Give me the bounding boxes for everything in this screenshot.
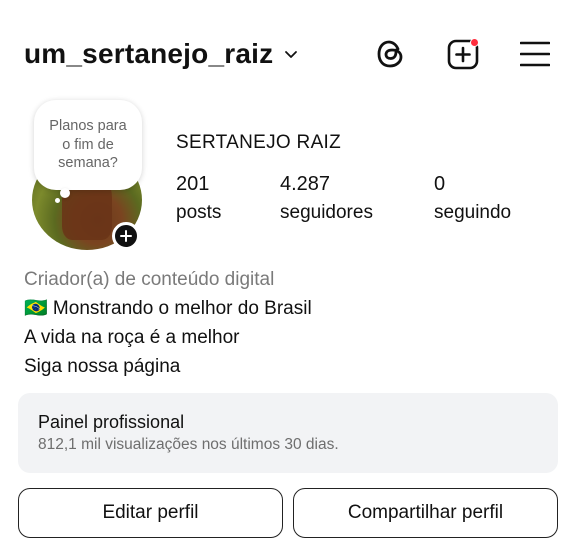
dashboard-title: Painel profissional bbox=[38, 412, 185, 432]
followers-count: 4.287 bbox=[280, 173, 331, 195]
menu-icon[interactable] bbox=[518, 37, 552, 71]
following-count: 0 bbox=[434, 173, 446, 195]
account-switcher[interactable]: um_sertanejo_raiz bbox=[24, 38, 299, 70]
display-name: SERTANEJO RAIZ bbox=[176, 132, 342, 153]
note-bubble-tail-small bbox=[55, 198, 60, 203]
posts-label: posts bbox=[176, 202, 222, 223]
stat-followers[interactable]: 4.287 seguidores bbox=[280, 172, 434, 230]
add-story-button[interactable] bbox=[112, 222, 140, 250]
top-bar: um_sertanejo_raiz bbox=[24, 30, 552, 78]
new-post-icon[interactable] bbox=[446, 37, 480, 71]
bio-line: A vida na roça é a melhor bbox=[24, 327, 240, 348]
notification-dot bbox=[470, 38, 479, 47]
following-label: seguindo bbox=[434, 202, 512, 223]
bio-category: Criador(a) de conteúdo digital bbox=[24, 269, 275, 290]
bio: Criador(a) de conteúdo digital 🇧🇷 Monstr… bbox=[24, 265, 552, 381]
note-bubble-tail bbox=[60, 188, 70, 198]
stat-following[interactable]: 0 seguindo bbox=[434, 172, 511, 230]
chevron-down-icon bbox=[283, 46, 299, 62]
note-text: Planos para o fim de semana? bbox=[49, 118, 127, 172]
stat-posts[interactable]: 201 posts bbox=[176, 172, 280, 230]
profile-stats: 201 posts 4.287 seguidores 0 seguindo bbox=[176, 172, 511, 230]
username: um_sertanejo_raiz bbox=[24, 38, 274, 69]
share-profile-button[interactable]: Compartilhar perfil bbox=[293, 488, 558, 538]
bio-line: Siga nossa página bbox=[24, 356, 181, 377]
professional-dashboard[interactable]: Painel profissional 812,1 mil visualizaç… bbox=[18, 393, 558, 473]
dashboard-subtitle: 812,1 mil visualizações nos últimos 30 d… bbox=[38, 436, 339, 453]
followers-label: seguidores bbox=[280, 202, 373, 223]
note-bubble[interactable]: Planos para o fim de semana? bbox=[34, 100, 142, 190]
profile-actions: Editar perfil Compartilhar perfil bbox=[18, 488, 558, 538]
threads-icon[interactable] bbox=[374, 37, 408, 71]
bio-line: 🇧🇷 Monstrando o melhor do Brasil bbox=[24, 298, 312, 319]
posts-count: 201 bbox=[176, 173, 210, 195]
plus-icon bbox=[120, 230, 132, 242]
edit-profile-button[interactable]: Editar perfil bbox=[18, 488, 283, 538]
